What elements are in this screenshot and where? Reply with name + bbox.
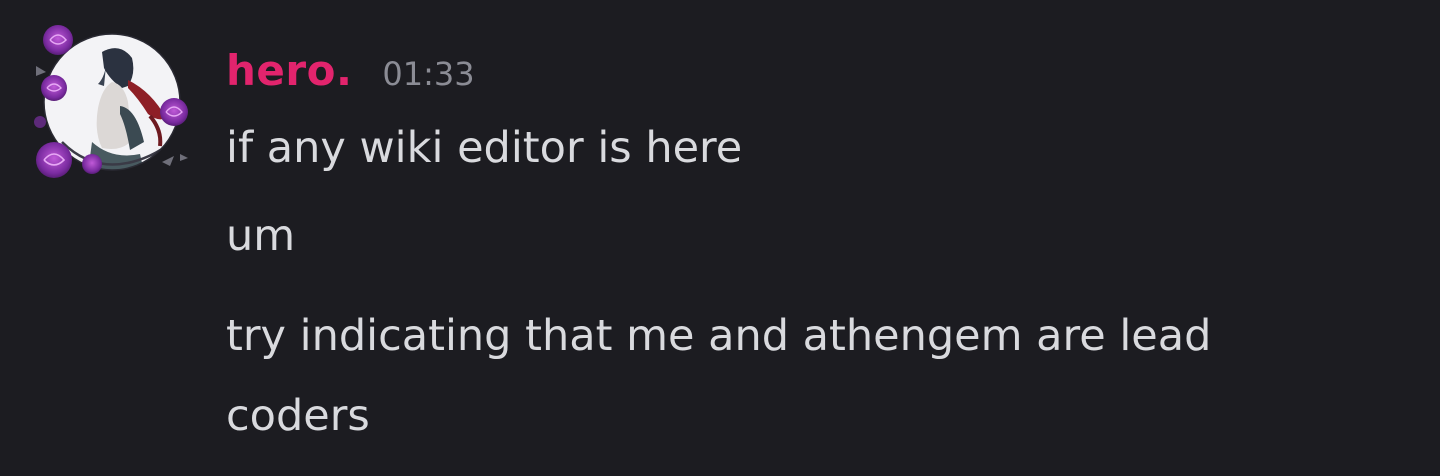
message-group: hero. 01:33 if any wiki editor is here u…	[0, 0, 1440, 476]
message-header: hero. 01:33	[226, 46, 1406, 100]
timestamp[interactable]: 01:33	[382, 55, 474, 93]
message-content: hero. 01:33 if any wiki editor is here u…	[226, 46, 1406, 456]
user-avatar[interactable]	[32, 22, 192, 182]
message-line: if any wiki editor is here	[226, 123, 743, 173]
username[interactable]: hero.	[226, 46, 352, 95]
message-line: try indicating that me and athengem are …	[226, 311, 1226, 441]
avatar-icon	[34, 25, 188, 178]
message-line: um	[226, 211, 296, 261]
